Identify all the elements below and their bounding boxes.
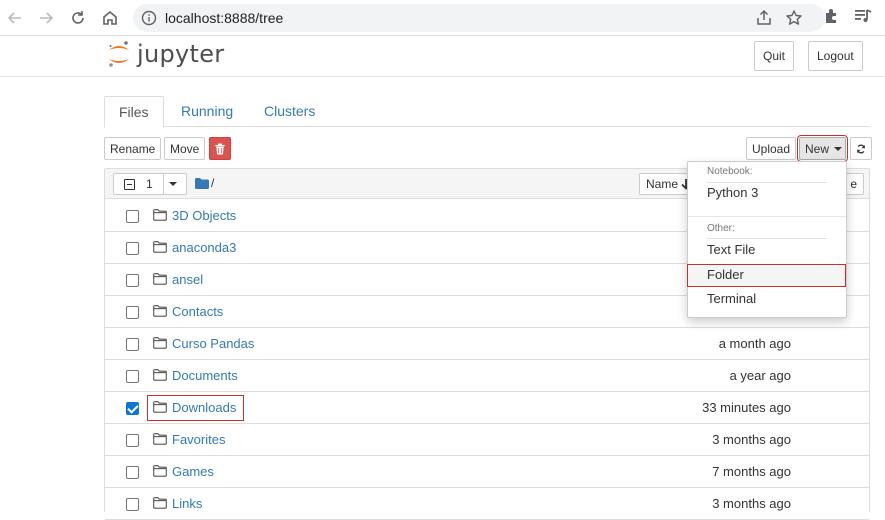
jupyter-header: jupyter Quit Logout (0, 37, 885, 77)
file-name-link[interactable]: Favorites (172, 432, 225, 447)
url-text: localhost:8888/tree (165, 10, 284, 26)
menu-item-terminal[interactable]: Terminal (688, 288, 846, 310)
row-checkbox[interactable] (126, 242, 139, 255)
file-modified: 3 months ago (712, 496, 791, 511)
folder-home-icon[interactable] (195, 177, 209, 192)
folder-icon (153, 241, 167, 256)
caret-down-icon (834, 146, 843, 151)
home-button[interactable] (97, 5, 123, 31)
row-checkbox[interactable] (126, 466, 139, 479)
row-checkbox[interactable] (126, 402, 139, 415)
selected-count: 1 (146, 177, 153, 191)
file-name-link[interactable]: Curso Pandas (172, 336, 254, 351)
tab-running[interactable]: Running (167, 96, 247, 127)
folder-icon (153, 497, 167, 512)
tab-bar: Files Running Clusters (104, 96, 870, 128)
file-row[interactable]: Curso Pandas a month ago (105, 328, 869, 360)
folder-icon (153, 337, 167, 352)
browser-toolbar: localhost:8888/tree (0, 0, 885, 36)
menu-item-folder[interactable]: Folder (687, 264, 846, 287)
folder-icon (153, 209, 167, 224)
folder-icon (153, 369, 167, 384)
notebook-section-header: Notebook: (707, 166, 753, 177)
trash-icon (215, 143, 225, 154)
logo-text: jupyter (137, 40, 225, 68)
file-name-link[interactable]: ansel (172, 272, 203, 287)
file-row[interactable]: Downloads 33 minutes ago (105, 392, 869, 424)
move-button[interactable]: Move (164, 137, 206, 160)
file-row[interactable]: Documents a year ago (105, 360, 869, 392)
file-modified: 33 minutes ago (702, 400, 791, 415)
select-menu-caret-icon[interactable] (169, 182, 177, 186)
arrow-right-icon (40, 12, 54, 24)
folder-icon (153, 465, 167, 480)
new-button-label: New (805, 141, 830, 156)
file-name-link[interactable]: anaconda3 (172, 240, 236, 255)
file-modified: a month ago (718, 336, 791, 351)
tab-clusters[interactable]: Clusters (250, 96, 329, 127)
forward-button[interactable] (33, 5, 59, 31)
address-bar[interactable]: localhost:8888/tree (133, 4, 825, 32)
file-row[interactable]: Games 7 months ago (105, 456, 869, 488)
select-all-checkbox[interactable] (124, 179, 135, 190)
row-checkbox[interactable] (126, 434, 139, 447)
sort-size-label: e (850, 177, 857, 191)
file-name-link[interactable]: 3D Objects (172, 208, 236, 223)
row-checkbox[interactable] (126, 274, 139, 287)
share-icon[interactable] (755, 9, 773, 30)
jupyter-logo-icon (109, 41, 129, 67)
file-modified: 7 months ago (712, 464, 791, 479)
reload-button[interactable] (65, 5, 91, 31)
file-modified: a year ago (729, 368, 791, 383)
file-name-link[interactable]: Contacts (172, 304, 223, 319)
file-modified: 3 months ago (712, 432, 791, 447)
menu-item-python3[interactable]: Python 3 (688, 182, 846, 204)
folder-icon (153, 401, 167, 416)
upload-button[interactable]: Upload (746, 137, 797, 160)
file-name-link[interactable]: Documents (172, 368, 238, 383)
info-icon[interactable] (141, 10, 157, 29)
file-name-link[interactable]: Links (172, 496, 202, 511)
media-control-icon[interactable] (853, 6, 873, 29)
home-icon (103, 10, 117, 25)
bookmark-star-icon[interactable] (785, 9, 803, 30)
jupyter-logo[interactable]: jupyter (107, 39, 224, 69)
back-button[interactable] (2, 5, 28, 31)
quit-button[interactable]: Quit (754, 41, 795, 71)
row-checkbox[interactable] (126, 338, 139, 351)
folder-icon (153, 305, 167, 320)
extensions-puzzle-icon[interactable] (822, 6, 842, 29)
breadcrumb[interactable]: / (211, 176, 214, 190)
row-checkbox[interactable] (126, 210, 139, 223)
folder-icon (153, 273, 167, 288)
rename-button[interactable]: Rename (104, 137, 162, 160)
refresh-icon (857, 144, 865, 153)
arrow-left-icon (7, 12, 21, 24)
logout-button[interactable]: Logout (808, 41, 863, 71)
new-dropdown-menu: Notebook: Python 3 Other: Text File Fold… (687, 161, 847, 318)
file-name-link[interactable]: Games (172, 464, 214, 479)
file-row[interactable]: Links 3 months ago (105, 488, 869, 520)
menu-item-text-file[interactable]: Text File (688, 239, 846, 261)
file-name-link[interactable]: Downloads (172, 400, 236, 415)
file-row[interactable]: Favorites 3 months ago (105, 424, 869, 456)
delete-button[interactable] (209, 137, 231, 160)
other-section-header: Other: (707, 223, 735, 234)
sort-name-label: Name (646, 177, 679, 191)
row-checkbox[interactable] (126, 306, 139, 319)
reload-icon (72, 11, 84, 24)
row-checkbox[interactable] (126, 370, 139, 383)
row-checkbox[interactable] (126, 498, 139, 511)
folder-icon (153, 433, 167, 448)
new-dropdown-button[interactable]: New (797, 135, 848, 162)
refresh-button[interactable] (850, 137, 872, 160)
tab-files[interactable]: Files (104, 96, 164, 128)
select-all-control[interactable]: 1 (113, 173, 187, 195)
